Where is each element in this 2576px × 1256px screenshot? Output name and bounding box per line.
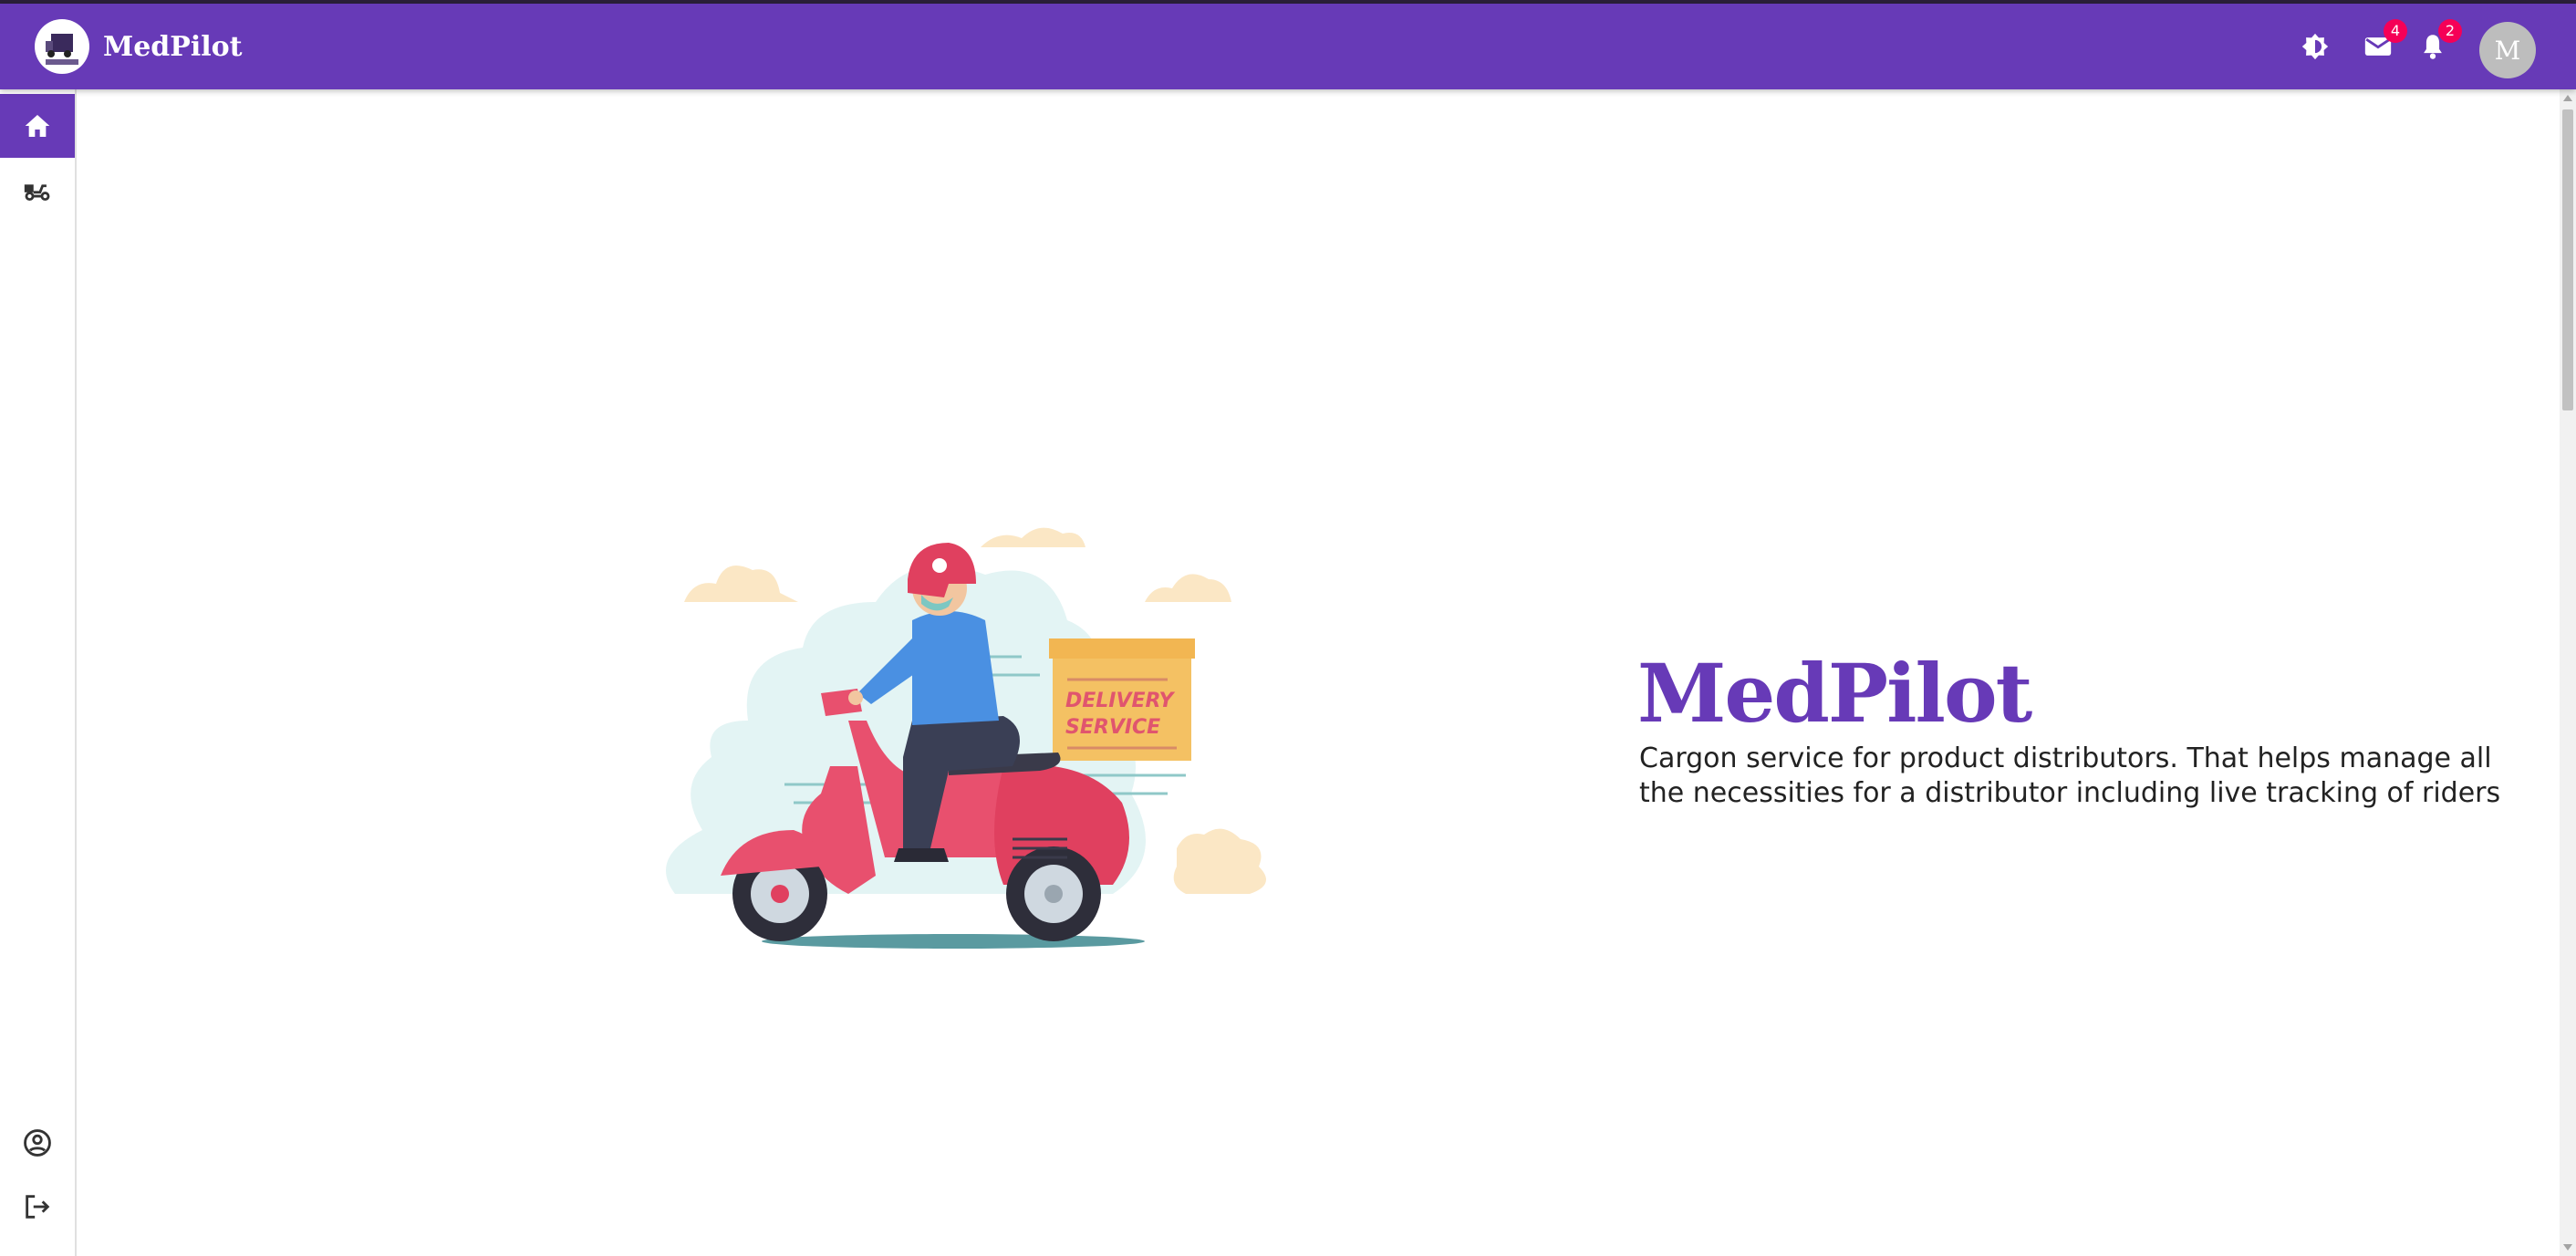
brightness-icon	[2301, 33, 2329, 60]
notifications-button[interactable]: 2	[2411, 19, 2462, 68]
page-scrollbar[interactable]	[2560, 89, 2576, 1256]
box-label-delivery: DELIVERY	[1065, 690, 1175, 712]
sidebar-item-delivery[interactable]	[0, 158, 75, 222]
delivery-scooter-icon	[24, 184, 50, 202]
scroll-down-arrow-icon[interactable]	[2563, 1244, 2572, 1251]
hero-title: MedPilot	[1637, 646, 2032, 741]
home-icon	[25, 115, 50, 137]
app-title: MedPilot	[103, 31, 243, 63]
sidebar-item-home[interactable]	[0, 94, 75, 158]
theme-toggle-button[interactable]	[2293, 25, 2337, 68]
scrollbar-thumb[interactable]	[2562, 109, 2573, 410]
app-bar: MedPilot 4 2 M	[0, 4, 2576, 89]
account-circle-icon	[24, 1129, 51, 1157]
mail-button[interactable]: 4	[2356, 19, 2407, 68]
app-logo[interactable]	[35, 19, 89, 74]
user-avatar[interactable]: M	[2479, 22, 2536, 78]
logo-truck-icon	[46, 34, 78, 65]
box-label-service: SERVICE	[1065, 716, 1160, 739]
sidebar-item-profile[interactable]	[0, 1111, 75, 1175]
logout-icon	[26, 1195, 50, 1219]
sidebar	[0, 89, 77, 1256]
sidebar-item-logout[interactable]	[0, 1175, 75, 1239]
scroll-up-arrow-icon[interactable]	[2563, 95, 2572, 101]
notification-count-badge: 2	[2438, 19, 2462, 43]
delivery-scooter-illustration: DELIVERY SERVICE	[666, 527, 1266, 949]
mail-count-badge: 4	[2384, 19, 2407, 43]
hero-description: Cargon service for product distributors.…	[1639, 742, 2501, 809]
